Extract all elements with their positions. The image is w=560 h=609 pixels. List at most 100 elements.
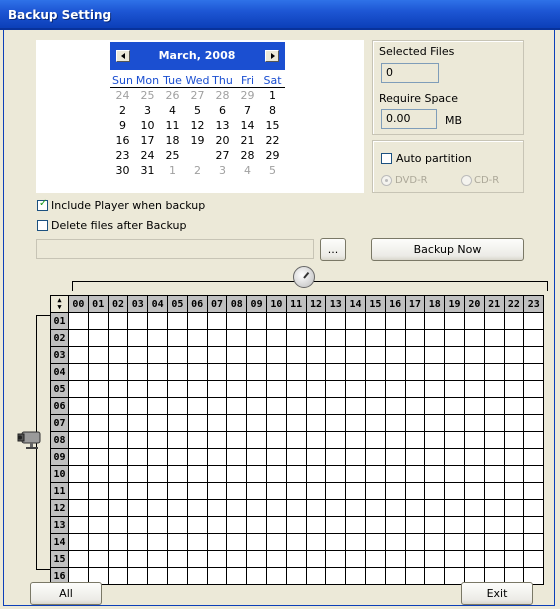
schedule-cell[interactable]: [463, 482, 485, 500]
schedule-cell[interactable]: [523, 380, 545, 398]
schedule-cell[interactable]: [325, 380, 347, 398]
schedule-cell[interactable]: [147, 329, 168, 347]
schedule-cell[interactable]: [345, 329, 366, 347]
channel-header-07[interactable]: 07: [50, 414, 69, 432]
schedule-cell[interactable]: [483, 312, 505, 330]
channel-header-11[interactable]: 11: [50, 482, 69, 500]
calendar-day[interactable]: 25: [135, 88, 160, 103]
schedule-cell[interactable]: [107, 550, 129, 568]
schedule-cell[interactable]: [68, 499, 89, 517]
schedule-cell[interactable]: [226, 482, 248, 500]
schedule-cell[interactable]: [166, 397, 188, 415]
schedule-cell[interactable]: [384, 431, 406, 449]
schedule-cell[interactable]: [523, 499, 545, 517]
schedule-cell[interactable]: [186, 482, 208, 500]
schedule-cell[interactable]: [68, 414, 89, 432]
schedule-cell[interactable]: [206, 516, 228, 534]
schedule-cell[interactable]: [107, 414, 129, 432]
schedule-cell[interactable]: [384, 448, 406, 466]
calendar-day[interactable]: 16: [110, 133, 135, 148]
schedule-cell[interactable]: [325, 533, 347, 551]
schedule-cell[interactable]: [285, 499, 307, 517]
calendar-day[interactable]: 10: [135, 118, 160, 133]
schedule-cell[interactable]: [364, 516, 386, 534]
schedule-cell[interactable]: [483, 329, 505, 347]
schedule-cell[interactable]: [384, 329, 406, 347]
schedule-cell[interactable]: [404, 414, 426, 432]
schedule-cell[interactable]: [523, 397, 545, 415]
schedule-cell[interactable]: [246, 312, 267, 330]
schedule-cell[interactable]: [444, 363, 465, 381]
schedule-cell[interactable]: [364, 465, 386, 483]
schedule-cell[interactable]: [364, 499, 386, 517]
schedule-cell[interactable]: [463, 380, 485, 398]
schedule-cell[interactable]: [523, 431, 545, 449]
calendar-day[interactable]: 23: [110, 148, 135, 163]
schedule-cell[interactable]: [483, 346, 505, 364]
schedule-cell[interactable]: [483, 499, 505, 517]
schedule-cell[interactable]: [127, 397, 149, 415]
schedule-cell[interactable]: [424, 329, 446, 347]
schedule-cell[interactable]: [186, 312, 208, 330]
schedule-cell[interactable]: [325, 516, 347, 534]
schedule-cell[interactable]: [265, 380, 287, 398]
schedule-cell[interactable]: [364, 482, 386, 500]
schedule-cell[interactable]: [226, 414, 248, 432]
schedule-cell[interactable]: [305, 550, 327, 568]
calendar-day[interactable]: 29: [260, 148, 285, 163]
hour-header-14[interactable]: 14: [345, 295, 366, 313]
schedule-cell[interactable]: [404, 533, 426, 551]
hour-header-17[interactable]: 17: [404, 295, 426, 313]
calendar-day[interactable]: 12: [185, 118, 210, 133]
schedule-cell[interactable]: [127, 516, 149, 534]
schedule-cell[interactable]: [246, 380, 267, 398]
schedule-cell[interactable]: [246, 567, 267, 585]
schedule-cell[interactable]: [483, 397, 505, 415]
schedule-cell[interactable]: [424, 380, 446, 398]
schedule-cell[interactable]: [68, 482, 89, 500]
schedule-cell[interactable]: [305, 414, 327, 432]
schedule-cell[interactable]: [364, 550, 386, 568]
schedule-cell[interactable]: [424, 346, 446, 364]
schedule-cell[interactable]: [107, 567, 129, 585]
schedule-cell[interactable]: [246, 533, 267, 551]
schedule-cell[interactable]: [364, 431, 386, 449]
schedule-cell[interactable]: [483, 533, 505, 551]
schedule-cell[interactable]: [186, 363, 208, 381]
schedule-cell[interactable]: [265, 414, 287, 432]
schedule-cell[interactable]: [68, 448, 89, 466]
schedule-cell[interactable]: [345, 414, 366, 432]
schedule-cell[interactable]: [404, 431, 426, 449]
schedule-cell[interactable]: [444, 499, 465, 517]
schedule-cell[interactable]: [226, 533, 248, 551]
schedule-cell[interactable]: [364, 380, 386, 398]
next-month-button[interactable]: [265, 50, 279, 62]
calendar-day[interactable]: 27: [185, 88, 210, 103]
channel-header-04[interactable]: 04: [50, 363, 69, 381]
calendar-day[interactable]: 11: [160, 118, 185, 133]
schedule-cell[interactable]: [463, 448, 485, 466]
schedule-cell[interactable]: [345, 499, 366, 517]
delete-files-checkbox[interactable]: [37, 220, 48, 231]
calendar-day[interactable]: 21: [235, 133, 260, 148]
schedule-cell[interactable]: [246, 465, 267, 483]
schedule-cell[interactable]: [206, 533, 228, 551]
calendar-day[interactable]: 26: [160, 88, 185, 103]
schedule-cell[interactable]: [166, 516, 188, 534]
schedule-cell[interactable]: [206, 312, 228, 330]
schedule-cell[interactable]: [265, 397, 287, 415]
schedule-cell[interactable]: [127, 312, 149, 330]
calendar-day[interactable]: 22: [260, 133, 285, 148]
schedule-cell[interactable]: [523, 414, 545, 432]
schedule-cell[interactable]: [523, 448, 545, 466]
schedule-cell[interactable]: [285, 567, 307, 585]
schedule-cell[interactable]: [147, 550, 168, 568]
calendar-day[interactable]: 29: [235, 88, 260, 103]
schedule-cell[interactable]: [305, 431, 327, 449]
schedule-cell[interactable]: [404, 550, 426, 568]
schedule-cell[interactable]: [285, 431, 307, 449]
calendar-day[interactable]: 6: [210, 103, 235, 118]
schedule-cell[interactable]: [206, 414, 228, 432]
schedule-cell[interactable]: [285, 380, 307, 398]
schedule-cell[interactable]: [384, 380, 406, 398]
